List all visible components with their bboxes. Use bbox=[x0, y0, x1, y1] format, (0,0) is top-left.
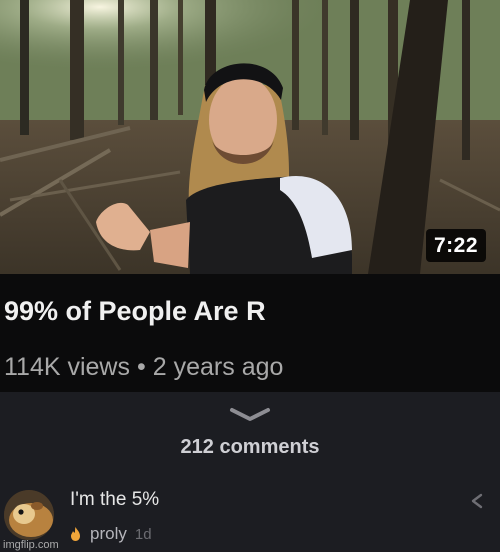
upload-age: 2 years ago bbox=[152, 353, 284, 381]
comment-author[interactable]: proly bbox=[90, 524, 127, 544]
view-count: 114K views bbox=[4, 353, 130, 381]
flame-icon bbox=[71, 527, 80, 541]
meta-separator: • bbox=[137, 353, 146, 381]
comments-count[interactable]: 212 comments bbox=[0, 436, 500, 459]
avatar[interactable] bbox=[4, 490, 54, 540]
video-title[interactable]: 99% of People Are R bbox=[4, 296, 266, 327]
video-meta: 114K views • 2 years ago bbox=[4, 353, 283, 382]
watermark: imgflip.com bbox=[3, 539, 59, 551]
comment-time: 1d bbox=[134, 525, 152, 543]
video-info: 99% of People Are R 114K views • 2 years a… bbox=[0, 274, 500, 392]
comment-meta: proly 1d bbox=[70, 524, 152, 544]
video-duration-badge: 7:22 bbox=[425, 229, 486, 262]
chevron-down-icon[interactable] bbox=[228, 406, 272, 424]
guinea-pig-avatar-image bbox=[4, 490, 54, 540]
video-thumbnail[interactable]: 7:22 bbox=[0, 0, 500, 274]
comment-text: I'm the 5% bbox=[70, 489, 160, 510]
comments-panel: 212 comments I'm the 5% proly 1d imgflip… bbox=[0, 392, 500, 552]
reply-icon[interactable] bbox=[470, 492, 484, 510]
